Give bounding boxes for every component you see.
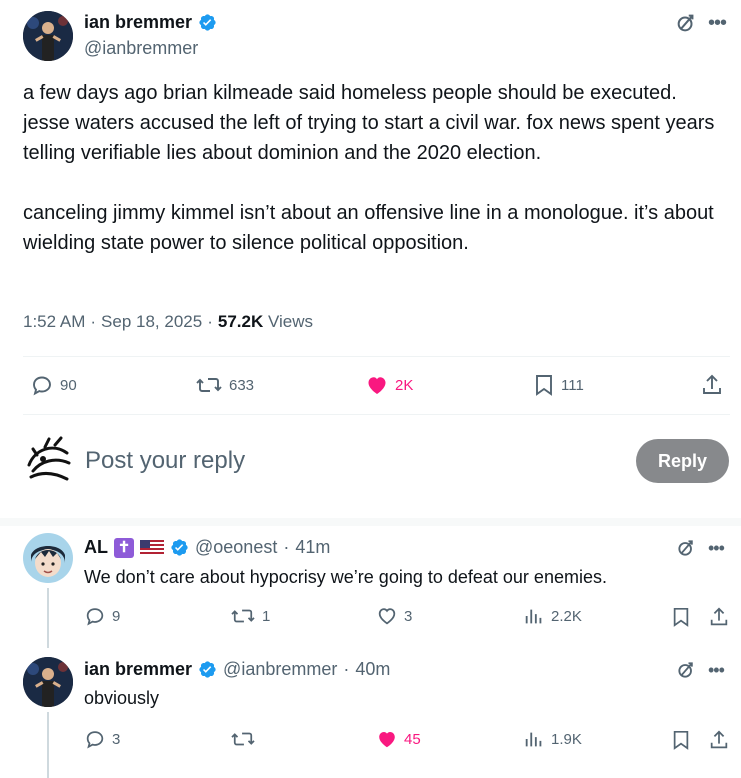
repost-count: 633 [229, 376, 255, 394]
verified-badge-icon [199, 661, 216, 678]
analytics-icon [525, 732, 542, 747]
views-count: 1.9K [551, 730, 582, 748]
like-count: 45 [404, 730, 421, 748]
repost-icon [196, 378, 222, 392]
more-options-icon[interactable]: ••• [708, 538, 725, 559]
separator-dot: · [207, 312, 213, 331]
current-user-avatar[interactable] [23, 435, 73, 485]
avatar-image-icon [23, 657, 73, 707]
raven-logo-icon [27, 436, 71, 481]
grok-icon[interactable] [676, 538, 696, 563]
views-count: 2.2K [551, 607, 582, 625]
more-options-icon[interactable]: ••• [708, 660, 725, 681]
author-header: ian bremmer [84, 12, 217, 33]
separator-dot: · [343, 659, 350, 679]
like-action[interactable]: 45 [376, 728, 421, 750]
thread-connector-line [47, 712, 49, 778]
reply-count: 9 [112, 607, 121, 625]
analytics-icon [525, 609, 542, 624]
like-count: 2K [395, 376, 414, 394]
reply-count: 90 [60, 376, 77, 394]
like-action[interactable]: 3 [376, 605, 412, 627]
views-label: Views [267, 312, 314, 331]
reply-author-name[interactable]: ian bremmer [84, 659, 192, 680]
views-action[interactable]: 1.9K [523, 728, 582, 750]
post-paragraph-2: canceling jimmy kimmel isn’t about an of… [23, 202, 714, 254]
reply-composer-input[interactable]: Post your reply [85, 447, 245, 475]
repost-count: 1 [262, 607, 271, 625]
grok-icon[interactable] [676, 660, 696, 685]
cross-emoji-icon: ✝ [114, 537, 134, 558]
reply-author-handle[interactable]: @oeonest [195, 537, 277, 558]
repost-action[interactable]: 1 [230, 605, 270, 627]
divider [23, 356, 730, 357]
replies-section-divider [0, 518, 741, 526]
views-count: 57.2K [217, 312, 264, 331]
reply-author-handle[interactable]: @ianbremmer [223, 659, 337, 680]
heart-icon [378, 608, 396, 625]
thread-connector-line [47, 588, 49, 648]
us-flag-icon [140, 539, 164, 556]
author-name[interactable]: ian bremmer [84, 12, 192, 33]
verified-badge-icon [171, 539, 188, 556]
avatar-image-icon [23, 11, 73, 61]
repost-icon [231, 609, 255, 623]
share-icon[interactable] [708, 729, 730, 756]
reply-text: obviously [84, 688, 160, 708]
reply-header: AL ✝ @oeonest · 41m [84, 537, 330, 558]
reply-action[interactable]: 90 [30, 373, 77, 397]
like-count: 3 [404, 607, 413, 625]
reply-button[interactable]: Reply [636, 439, 729, 483]
reply-author-name[interactable]: AL [84, 537, 108, 558]
post-time[interactable]: 1:52 AM [23, 312, 85, 332]
anime-avatar-icon [23, 533, 73, 583]
post-paragraph-1: a few days ago brian kilmeade said homel… [23, 82, 715, 164]
reply-icon [86, 731, 104, 749]
reply-action[interactable]: 3 [84, 728, 120, 750]
post-metadata: 1:52 AM · Sep 18, 2025 · 57.2K Views [23, 312, 313, 332]
heart-filled-icon [379, 731, 395, 748]
reply-time[interactable]: 41m [295, 537, 330, 558]
more-options-icon[interactable]: ••• [708, 12, 727, 35]
bookmark-action[interactable]: 111 [533, 373, 584, 397]
share-action[interactable] [700, 373, 724, 397]
bookmark-icon[interactable] [671, 729, 691, 756]
repost-action[interactable] [230, 728, 262, 750]
reply-avatar[interactable] [23, 657, 73, 707]
views-action[interactable]: 2.2K [523, 605, 582, 627]
bookmark-count: 111 [561, 376, 584, 394]
separator-dot: · [283, 537, 290, 557]
post-text: a few days ago brian kilmeade said homel… [23, 78, 723, 258]
separator-dot: · [90, 312, 97, 331]
share-icon[interactable] [708, 606, 730, 633]
grok-icon[interactable] [675, 12, 697, 39]
reply-icon [33, 376, 51, 396]
reply-text: We don’t care about hypocrisy we’re goin… [84, 567, 607, 587]
author-avatar[interactable] [23, 11, 73, 61]
reply-time[interactable]: 40m [355, 659, 390, 680]
share-icon [703, 374, 721, 394]
reply-avatar[interactable] [23, 533, 73, 583]
heart-filled-icon [368, 377, 386, 394]
repost-action[interactable]: 633 [195, 373, 254, 397]
reply-header: ian bremmer @ianbremmer · 40m [84, 659, 390, 680]
post-date[interactable]: Sep 18, 2025 [101, 312, 202, 332]
reply-count: 3 [112, 730, 121, 748]
verified-badge-icon [199, 14, 216, 31]
bookmark-icon[interactable] [671, 606, 691, 633]
reply-icon [86, 608, 104, 626]
like-action[interactable]: 2K [365, 373, 413, 397]
divider [23, 414, 730, 415]
repost-icon [231, 732, 255, 746]
author-handle[interactable]: @ianbremmer [84, 38, 198, 59]
bookmark-icon [536, 375, 552, 396]
reply-action[interactable]: 9 [84, 605, 120, 627]
